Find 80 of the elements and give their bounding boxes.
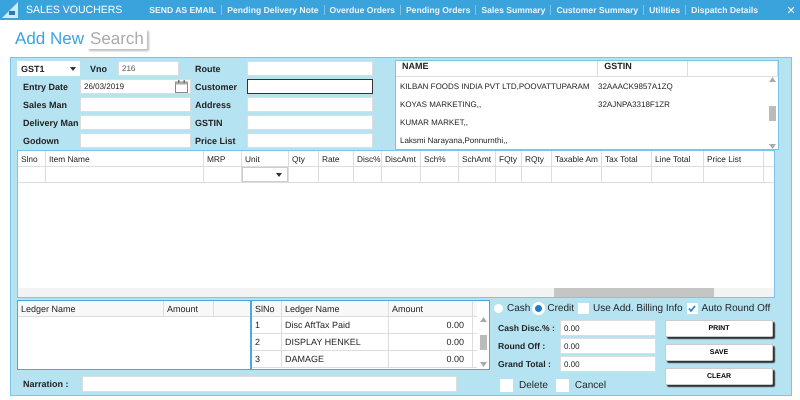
table-cell: 1 (252, 317, 282, 333)
column-header: Ledger Name (282, 301, 389, 316)
column-header: Taxable Am (552, 151, 602, 166)
field-label: Route (194, 64, 222, 74)
column-header: RQty (522, 151, 552, 166)
option-checkbox[interactable]: Delete (500, 379, 548, 392)
field-label: Customer (194, 82, 238, 92)
column-header: Tax Total (602, 151, 652, 166)
customer-row[interactable]: Laksmi Narayana,Ponnurnthi,, (400, 131, 766, 149)
unit-dropdown[interactable] (242, 167, 288, 182)
field-label: Godown (22, 136, 60, 146)
caret-icon (70, 66, 76, 70)
column-header: Disc% (354, 151, 382, 166)
field-label: Vno (89, 64, 108, 74)
column-header: Price List (704, 151, 764, 166)
customer-row[interactable]: KILBAN FOODS INDIA PVT LTD,POOVATTUPARAM 32AAACK9857A1ZQ (400, 77, 766, 95)
column-header: NAME (396, 61, 598, 76)
field-label: Delivery Man (22, 118, 80, 128)
column-header: Qty (289, 151, 319, 166)
table-cell: Disc AftTax Paid (282, 317, 389, 333)
field-label: Narration : (22, 379, 70, 389)
scrollbar-thumb[interactable] (554, 288, 714, 297)
option-checkbox[interactable]: Auto Round Off (686, 302, 770, 314)
table-cell: 2 (252, 334, 282, 350)
table-cell: 0.00 (389, 334, 473, 350)
column-header: Item Name (46, 151, 204, 166)
table-cell: 3 (252, 351, 282, 367)
option-checkbox[interactable]: Cancel (556, 379, 606, 392)
column-header: Line Total (652, 151, 704, 166)
field-label: Address (194, 100, 232, 110)
field-label: Grand Total : (497, 359, 552, 369)
window-title: SALES VOUCHERS (26, 4, 122, 16)
scrollbar[interactable] (18, 288, 774, 297)
narration-field[interactable] (82, 376, 457, 392)
calendar-icon (175, 80, 188, 93)
column-header: GSTIN (598, 61, 688, 76)
input-field[interactable]: 0.00 (560, 320, 656, 336)
payment-radio[interactable]: Cash (494, 302, 530, 314)
customer-row[interactable]: KOYAS MARKETING,, 32AJNPA3318F1ZR (400, 95, 766, 113)
column-header: SlNo (252, 301, 282, 316)
field-label: Round Off : (497, 341, 546, 351)
input-field[interactable]: 26/03/2019 (80, 79, 191, 94)
field-label: Sales Man (22, 100, 68, 110)
field-label: Cash Disc.% : (497, 323, 556, 333)
field-label: GSTIN (194, 118, 224, 128)
input-field[interactable] (247, 79, 373, 94)
logo-icon (2, 2, 18, 18)
column-header: MRP (204, 151, 242, 166)
table-cell: 0.00 (389, 351, 473, 367)
caret-icon (276, 172, 282, 176)
column-header: Rate (319, 151, 354, 166)
option-checkbox[interactable]: Use Add. Billing Info (578, 302, 683, 314)
field-label: Entry Date (22, 82, 70, 92)
column-header: SchAmt (459, 151, 496, 166)
scrollbar[interactable] (477, 317, 489, 367)
input-field[interactable]: 0.00 (560, 338, 656, 354)
column-header: DiscAmt (382, 151, 421, 166)
scroll-up-icon[interactable] (480, 317, 486, 322)
column-header: Sch% (421, 151, 459, 166)
column-header: FQty (496, 151, 522, 166)
input-field[interactable]: 216 (118, 61, 179, 76)
payment-radio[interactable]: Credit (534, 302, 574, 314)
column-header: Amount (164, 301, 214, 316)
voucher-type-dropdown[interactable]: GST1 (17, 61, 80, 76)
table-cell: 0.00 (389, 317, 473, 333)
column-header: Ledger Name (18, 301, 164, 316)
field-label: Price List (194, 136, 237, 146)
customer-row[interactable]: KUMAR MARKET,, (400, 113, 766, 131)
column-header: Amount (389, 301, 473, 316)
scrollbar-thumb[interactable] (480, 334, 486, 350)
table-cell: DAMAGE (282, 351, 389, 367)
scrollbar-thumb[interactable] (768, 106, 776, 120)
scrollbar[interactable] (766, 77, 778, 149)
checkmark-icon (688, 304, 696, 312)
column-header: Slno (18, 151, 46, 166)
input-field[interactable]: 0.00 (560, 356, 656, 372)
table-cell: DISPLAY HENKEL (282, 334, 389, 350)
column-header: Unit (242, 151, 289, 166)
scroll-down-icon[interactable] (480, 362, 486, 367)
scroll-up-icon[interactable] (768, 77, 776, 82)
